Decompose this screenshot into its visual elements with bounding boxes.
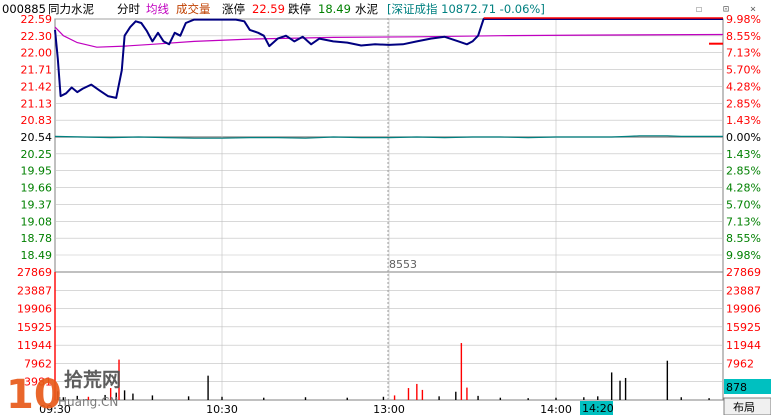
chart-header: 000885 同力水泥 分时 均线 成交量 涨停 22.59 跌停 18.49 … xyxy=(2,2,756,16)
price-tick-label: 19.95 xyxy=(21,165,53,178)
price-tick-label: 21.42 xyxy=(21,80,53,93)
cursor-volume-value: 878 xyxy=(726,381,747,394)
price-tick-label: 22.59 xyxy=(21,13,53,26)
price-tick-label: 22.00 xyxy=(21,47,53,60)
index-quote: [深证成指 10872.71 -0.06%] xyxy=(387,2,545,16)
volume-tick-label-left: 7962 xyxy=(24,357,52,370)
price-tick-label: 18.78 xyxy=(21,232,53,245)
price-tick-label: 22.30 xyxy=(21,30,53,43)
percent-axis-right: 9.98% 8.55% 7.13% 5.70% 4.28% 2.85% 1.43% 0.00%… xyxy=(726,13,761,262)
percent-tick-label: 7.13% xyxy=(726,215,761,228)
volume-tick-label-right: 15925 xyxy=(726,321,761,334)
volume-tick-label-right: 7962 xyxy=(726,357,754,370)
price-tick-label: 19.66 xyxy=(21,182,53,195)
price-tick-label: 19.37 xyxy=(21,198,53,211)
volume-tick-label-right: 11944 xyxy=(726,339,761,352)
percent-tick-label: 4.28% xyxy=(726,80,761,93)
watermark-number: 10 xyxy=(6,372,62,415)
time-tick-label: 10:30 xyxy=(206,403,238,415)
percent-tick-label: 9.98% xyxy=(726,249,761,262)
intraday-chart: 000885 同力水泥 分时 均线 成交量 涨停 22.59 跌停 18.49 … xyxy=(2,2,771,415)
percent-tick-label: 5.70% xyxy=(726,64,761,77)
volume-tick-label-left: 23887 xyxy=(17,284,52,297)
volume-tick-label-right: 19906 xyxy=(726,303,761,316)
restore-icon[interactable]: ☐ xyxy=(696,4,702,15)
watermark-name: 拾荒网 xyxy=(64,368,121,391)
volume-label[interactable]: 成交量 xyxy=(176,2,211,16)
limit-up-value: 22.59 xyxy=(252,2,285,16)
price-tick-label: 20.54 xyxy=(21,131,53,144)
percent-tick-label: 7.13% xyxy=(726,47,761,60)
volume-bars-layer xyxy=(54,272,710,400)
stock-name: 同力水泥 xyxy=(48,2,94,16)
volume-tick-label-left: 19906 xyxy=(17,303,52,316)
percent-tick-label: 8.55% xyxy=(726,30,761,43)
volume-tick-label-left: 15925 xyxy=(17,321,52,334)
volume-tick-label-left: 27869 xyxy=(17,266,52,279)
percent-tick-label: 2.85% xyxy=(726,97,761,110)
price-tick-label: 19.08 xyxy=(21,215,53,228)
site-watermark: 10 拾荒网 Huang.CN xyxy=(6,368,121,415)
crosshair-cursor: 8553 xyxy=(387,18,417,400)
percent-tick-label: 2.85% xyxy=(726,165,761,178)
limit-down-label: 跌停 xyxy=(288,2,311,16)
watermark-url: Huang.CN xyxy=(58,395,118,409)
mode-label[interactable]: 分时 xyxy=(117,2,140,16)
cursor-value: 8553 xyxy=(389,258,417,271)
chart-grid xyxy=(54,18,724,401)
sector-label: 水泥 xyxy=(355,2,378,16)
price-tick-label: 21.13 xyxy=(21,97,53,110)
volume-tick-label-right: 27869 xyxy=(726,266,761,279)
percent-tick-label: 1.43% xyxy=(726,114,761,127)
price-tick-label: 21.71 xyxy=(21,64,53,77)
price-tick-label: 20.83 xyxy=(21,114,53,127)
percent-tick-label: 0.00% xyxy=(726,131,761,144)
cursor-time: 14:20 xyxy=(582,402,614,415)
percent-tick-label: 1.43% xyxy=(726,148,761,161)
time-tick-label: 14:00 xyxy=(540,403,572,415)
price-tick-label: 18.49 xyxy=(21,249,53,262)
percent-tick-label: 9.98% xyxy=(726,13,761,26)
time-tick-label: 13:00 xyxy=(373,403,405,415)
limit-down-value: 18.49 xyxy=(318,2,351,16)
price-tick-label: 20.25 xyxy=(21,148,53,161)
time-axis: 09:30 10:30 13:00 14:00 xyxy=(39,403,572,415)
price-axis-left: 22.59 22.30 22.00 21.71 21.42 21.13 20.83 20.54… xyxy=(21,13,53,262)
percent-tick-label: 8.55% xyxy=(726,232,761,245)
percent-tick-label: 5.70% xyxy=(726,198,761,211)
avg-line-label[interactable]: 均线 xyxy=(146,2,169,16)
volume-tick-label-right: 23887 xyxy=(726,284,761,297)
layout-button-label: 布局 xyxy=(733,401,755,414)
limit-up-label: 涨停 xyxy=(222,2,245,16)
volume-tick-label-left: 11944 xyxy=(17,339,52,352)
percent-tick-label: 4.28% xyxy=(726,182,761,195)
